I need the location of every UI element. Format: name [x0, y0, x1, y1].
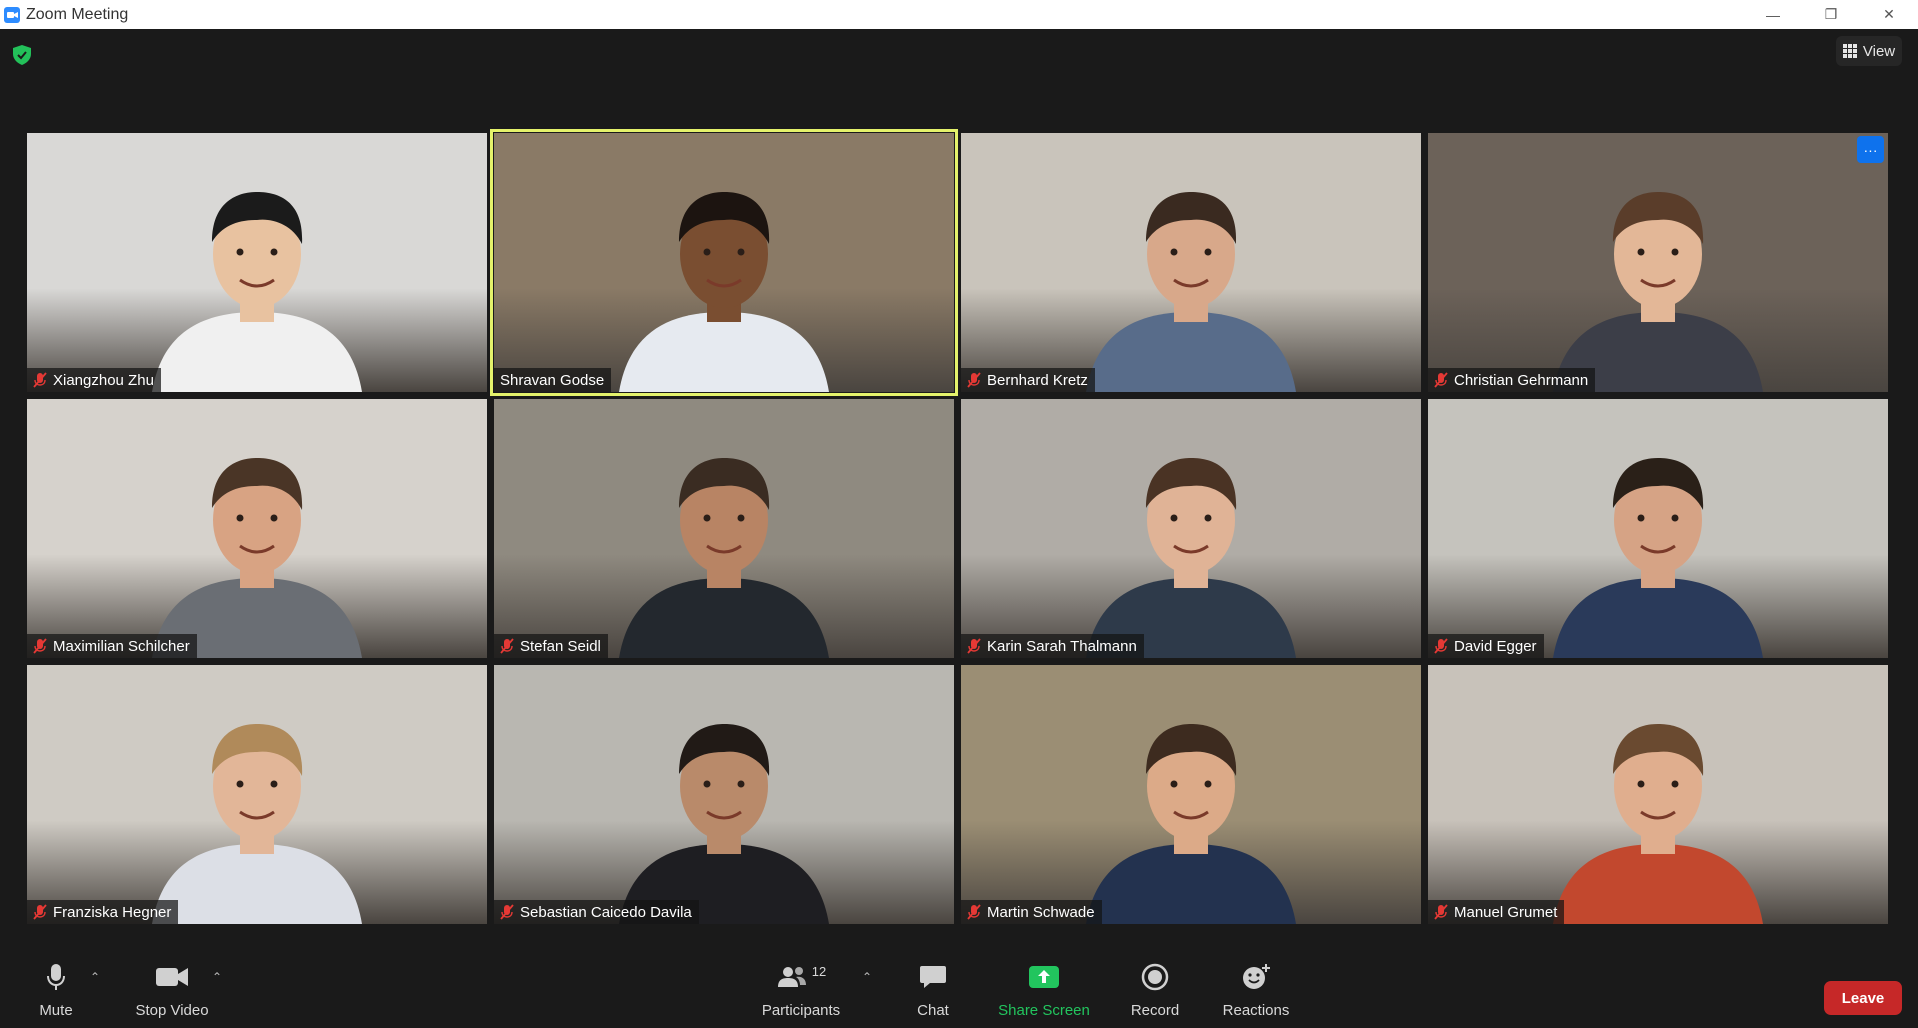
participant-video-figure	[1086, 192, 1296, 392]
muted-microphone-icon	[1434, 904, 1448, 920]
participant-video-figure	[1553, 458, 1763, 658]
participant-name-tag: Bernhard Kretz	[961, 368, 1095, 392]
participant-name: Stefan Seidl	[520, 637, 601, 655]
chat-bubble-icon	[919, 958, 947, 996]
participant-video-figure	[1086, 724, 1296, 924]
participant-video-figure	[1553, 724, 1763, 924]
muted-microphone-icon	[967, 904, 981, 920]
window-title: Zoom Meeting	[26, 5, 129, 23]
muted-microphone-icon	[33, 372, 47, 388]
muted-microphone-icon	[1434, 638, 1448, 654]
participant-video-figure	[1553, 192, 1763, 392]
participant-name-tag: Martin Schwade	[961, 900, 1102, 924]
participants-options-chevron-up-icon[interactable]: ⌃	[862, 970, 872, 984]
video-tile[interactable]: Stefan Seidl	[494, 399, 954, 658]
participant-name: Sebastian Caicedo Davila	[520, 903, 692, 921]
participant-name: Franziska Hegner	[53, 903, 172, 921]
muted-microphone-icon	[500, 638, 514, 654]
record-icon	[1141, 958, 1169, 996]
mute-button[interactable]: Mute	[38, 958, 74, 1028]
participants-count: 12	[811, 964, 827, 979]
participant-name: Xiangzhou Zhu	[53, 371, 154, 389]
muted-microphone-icon	[33, 638, 47, 654]
participant-name: Manuel Grumet	[1454, 903, 1558, 921]
participant-video-figure	[619, 192, 829, 392]
participant-name: Karin Sarah Thalmann	[987, 637, 1137, 655]
audio-options-chevron-up-icon[interactable]: ⌃	[90, 970, 100, 984]
video-gallery: Xiangzhou Zhu Shravan Godse Bernhard Kretz…	[27, 129, 1890, 925]
participant-video-figure	[1086, 458, 1296, 658]
video-tile[interactable]: Karin Sarah Thalmann	[961, 399, 1421, 658]
reactions-smiley-icon	[1241, 958, 1271, 996]
participant-video-figure	[152, 192, 362, 392]
participant-name: Bernhard Kretz	[987, 371, 1088, 389]
participant-name-tag: Maximilian Schilcher	[27, 634, 197, 658]
participant-name: Christian Gehrmann	[1454, 371, 1589, 389]
participant-name-tag: Stefan Seidl	[494, 634, 608, 658]
grid-view-icon	[1842, 44, 1857, 58]
video-tile[interactable]: Christian Gehrmann ···	[1428, 133, 1888, 392]
view-button[interactable]: View	[1836, 36, 1902, 66]
participant-video-figure	[152, 724, 362, 924]
zoom-app-icon	[4, 6, 20, 23]
participant-name-tag: Christian Gehrmann	[1428, 368, 1596, 392]
title-bar: Zoom Meeting — ❐ ✕	[0, 0, 1918, 29]
restore-button[interactable]: ❐	[1802, 0, 1860, 29]
video-tile[interactable]: David Egger	[1428, 399, 1888, 658]
video-tile[interactable]: Bernhard Kretz	[961, 133, 1421, 392]
participant-video-figure	[619, 724, 829, 924]
participant-name: David Egger	[1454, 637, 1537, 655]
participant-name-tag: Karin Sarah Thalmann	[961, 634, 1144, 658]
close-button[interactable]: ✕	[1860, 0, 1918, 29]
more-options-button[interactable]: ···	[1857, 136, 1884, 163]
minimize-button[interactable]: —	[1744, 0, 1802, 29]
security-shield-icon[interactable]	[13, 45, 31, 65]
video-tile[interactable]: Manuel Grumet	[1428, 665, 1888, 924]
record-button[interactable]: Record	[1130, 958, 1180, 1028]
chat-button[interactable]: Chat	[914, 958, 952, 1028]
muted-microphone-icon	[967, 372, 981, 388]
muted-microphone-icon	[967, 638, 981, 654]
share-screen-button[interactable]: Share Screen	[998, 958, 1090, 1028]
participant-video-figure	[619, 458, 829, 658]
video-tile[interactable]: Franziska Hegner	[27, 665, 487, 924]
participant-name-tag: Sebastian Caicedo Davila	[494, 900, 699, 924]
participant-name-tag: Franziska Hegner	[27, 900, 179, 924]
participant-name: Maximilian Schilcher	[53, 637, 190, 655]
muted-microphone-icon	[500, 904, 514, 920]
leave-button[interactable]: Leave	[1824, 981, 1902, 1015]
view-label: View	[1862, 42, 1896, 60]
video-tile[interactable]: Martin Schwade	[961, 665, 1421, 924]
participant-video-figure	[152, 458, 362, 658]
participant-name-tag: Manuel Grumet	[1428, 900, 1565, 924]
participants-button[interactable]: 12 Participants	[760, 958, 842, 1028]
video-options-chevron-up-icon[interactable]: ⌃	[212, 970, 222, 984]
meeting-toolbar: Mute ⌃ Stop Video ⌃ 12 Participants ⌃ Ch…	[0, 958, 1918, 1028]
participants-icon	[777, 967, 806, 987]
participant-name-tag: David Egger	[1428, 634, 1544, 658]
video-tile[interactable]: Xiangzhou Zhu	[27, 133, 487, 392]
reactions-button[interactable]: Reactions	[1222, 958, 1290, 1028]
muted-microphone-icon	[33, 904, 47, 920]
participant-name-tag: Xiangzhou Zhu	[27, 368, 161, 392]
participant-name-tag: Shravan Godse	[494, 368, 612, 392]
video-camera-icon	[156, 958, 188, 996]
share-screen-icon	[1029, 958, 1059, 996]
microphone-icon	[46, 958, 66, 996]
stop-video-button[interactable]: Stop Video	[134, 958, 210, 1028]
participant-name: Shravan Godse	[500, 371, 605, 389]
participant-name: Martin Schwade	[987, 903, 1095, 921]
video-tile[interactable]: Sebastian Caicedo Davila	[494, 665, 954, 924]
muted-microphone-icon	[1434, 372, 1448, 388]
video-tile[interactable]: Shravan Godse	[490, 129, 958, 396]
video-tile[interactable]: Maximilian Schilcher	[27, 399, 487, 658]
